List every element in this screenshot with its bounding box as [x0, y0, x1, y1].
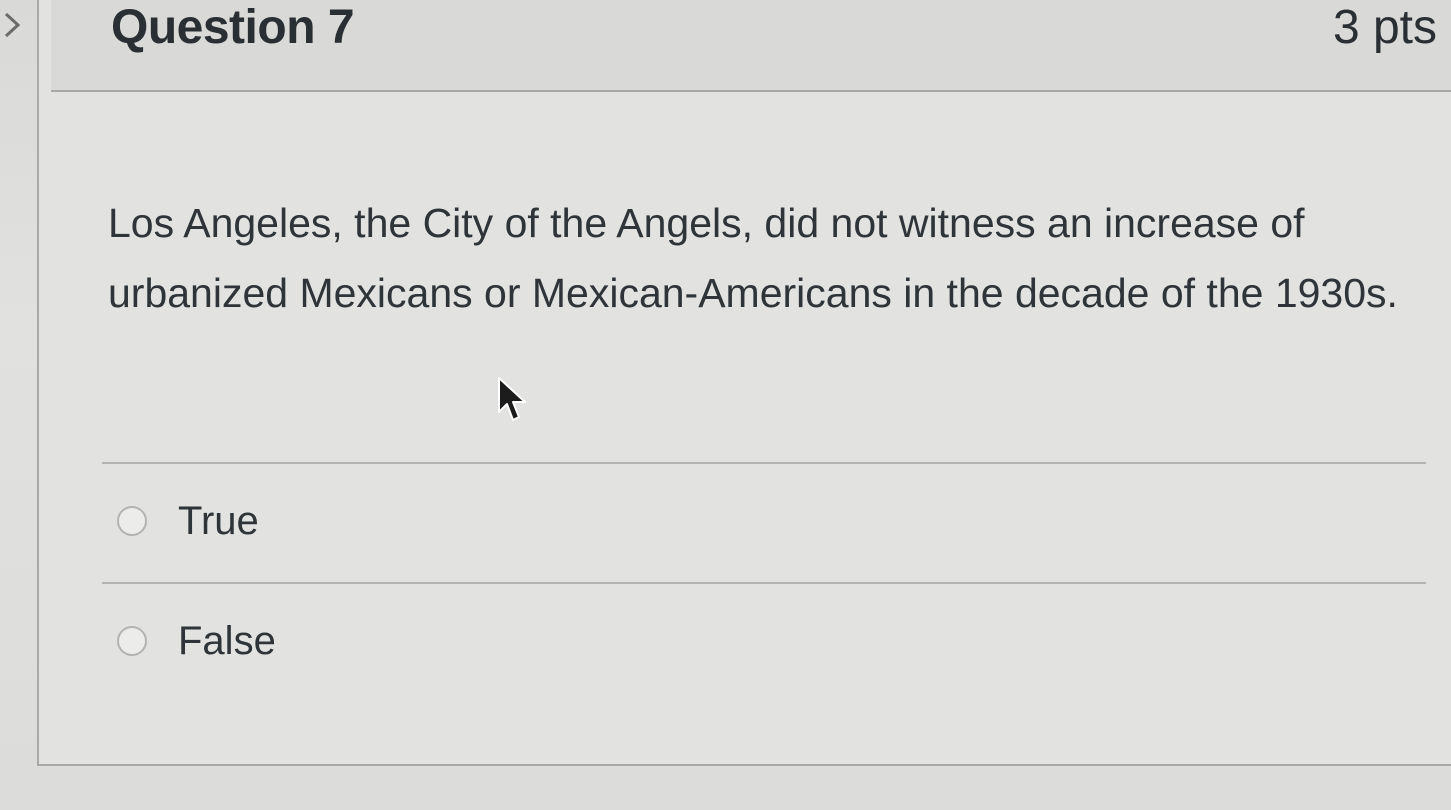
- answer-label-true[interactable]: True: [178, 499, 259, 544]
- answer-label-false[interactable]: False: [178, 619, 276, 664]
- answer-divider: [102, 582, 1426, 584]
- question-text: Los Angeles, the City of the Angels, did…: [108, 200, 1398, 316]
- radio-unselected-icon[interactable]: [117, 626, 147, 656]
- question-points: 3 pts: [1332, 1, 1437, 54]
- question-title: Question 7: [111, 1, 355, 54]
- answer-divider: [102, 462, 1426, 464]
- mouse-pointer-icon: [498, 377, 526, 421]
- answer-option-true[interactable]: True: [117, 496, 259, 546]
- chevron-right-icon[interactable]: [0, 10, 26, 40]
- answer-option-false[interactable]: False: [117, 616, 276, 666]
- question-header: Question 7 3 pts: [51, 0, 1451, 92]
- radio-unselected-icon[interactable]: [117, 506, 147, 536]
